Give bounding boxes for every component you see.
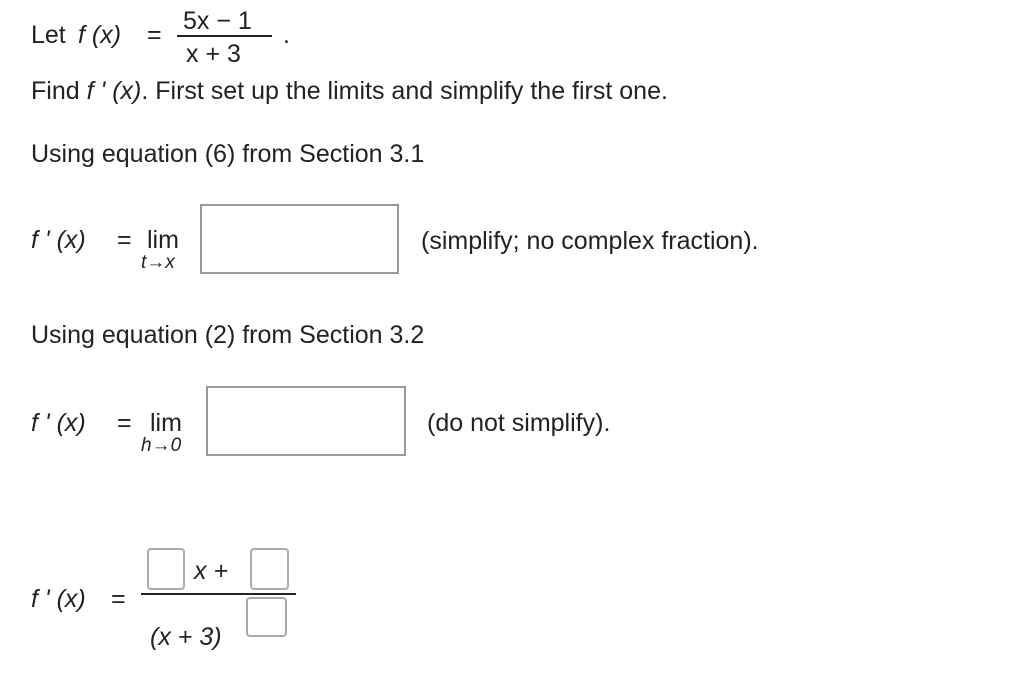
section2-heading: Using equation (2) from Section 3.2 [31,321,425,349]
exponent-input[interactable] [246,597,287,637]
section2-lhs: f ' (x) [31,409,86,437]
instruction-line: Find f ' (x). First set up the limits an… [31,79,668,104]
section1-heading: Using equation (6) from Section 3.1 [31,140,425,168]
section1-hint: (simplify; no complex fraction). [421,227,759,255]
section3-lhs: f ' (x) [31,585,86,613]
fraction-numerator: 5x − 1 [183,7,252,35]
section2-equals: = [117,409,132,437]
section1-lim: lim [147,226,179,254]
coefficient-input[interactable] [147,548,185,590]
denominator-base: (x + 3) [150,623,222,651]
section2-lim: lim [150,409,182,437]
section1-lhs: f ' (x) [31,226,86,254]
section2-hint: (do not simplify). [427,409,611,437]
section3-fraction-bar [141,593,296,595]
section2-answer-input[interactable] [206,386,406,456]
derivative-symbol: f ' (x) [86,77,142,105]
section3-equals: = [111,585,126,613]
let-label: Let [31,21,66,49]
section2-lim-subscript: h→0 [141,435,182,456]
instruction-text: . First set up the limits and simplify t… [141,77,668,105]
section1-answer-input[interactable] [200,204,399,274]
find-prefix: Find [31,77,80,105]
section1-lim-subscript: t→x [141,252,175,273]
section1-equals: = [117,226,132,254]
fraction-denominator: x + 3 [186,40,241,68]
constant-input[interactable] [250,548,289,590]
numerator-x-plus: x + [194,557,229,585]
period: . [283,21,290,49]
equals-sign: = [147,21,162,49]
fraction-bar [177,35,272,37]
function-name: f (x) [78,21,122,49]
